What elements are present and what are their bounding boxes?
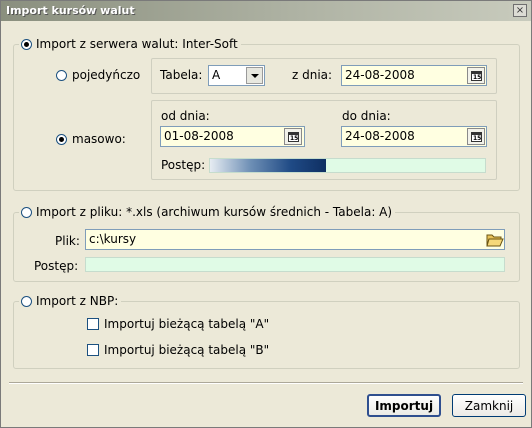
import-table-a-checkbox[interactable]: Importuj bieżącą tabelą "A"	[87, 317, 269, 331]
table-select[interactable]: A	[208, 65, 265, 86]
folder-open-icon[interactable]	[485, 231, 505, 248]
file-path-field[interactable]: c:\kursy	[85, 229, 505, 250]
window-title: Import kursów walut	[6, 4, 135, 17]
nbp-import-radio-indicator[interactable]	[21, 295, 32, 307]
from-date-value: 01-08-2008	[164, 129, 234, 143]
chevron-down-icon[interactable]	[246, 67, 263, 84]
file-path-value: c:\kursy	[89, 232, 137, 246]
bulk-mode-radio-indicator[interactable]	[56, 133, 67, 145]
date-field-value: 24-08-2008	[345, 68, 415, 82]
single-mode-radio[interactable]: pojedyńczo	[56, 68, 140, 82]
close-window-button[interactable]: ×	[513, 4, 527, 17]
calendar-icon-text: 15	[290, 135, 299, 142]
file-label: Plik:	[55, 234, 80, 248]
single-mode-radio-indicator[interactable]	[56, 69, 67, 81]
from-date-label: od dnia:	[161, 109, 210, 123]
import-button-label: Importuj	[374, 398, 434, 413]
import-table-a-checkbox-box[interactable]	[87, 318, 99, 330]
calendar-icon-text: 15	[473, 135, 482, 142]
date-label: z dnia:	[292, 68, 333, 82]
footer-separator	[9, 382, 523, 384]
bulk-mode-radio[interactable]: masowo:	[56, 132, 126, 146]
date-field[interactable]: 24-08-2008	[341, 65, 487, 86]
file-import-label: Import z pliku: *.xls (archiwum kursów ś…	[36, 205, 393, 219]
server-import-radio-indicator[interactable]	[21, 38, 32, 50]
calendar-icon-text: 15	[473, 74, 482, 81]
to-date-field[interactable]: 24-08-2008	[341, 126, 487, 147]
bulk-mode-label: masowo:	[72, 132, 126, 146]
nbp-import-radio[interactable]: Import z NBP:	[19, 294, 122, 308]
nbp-import-label: Import z NBP:	[36, 294, 119, 308]
close-button-label: Zamknij	[464, 398, 514, 413]
file-progress-bar	[85, 257, 505, 272]
import-table-b-checkbox[interactable]: Importuj bieżącą tabelą "B"	[87, 343, 269, 357]
import-table-a-label: Importuj bieżącą tabelą "A"	[104, 317, 270, 331]
import-table-b-checkbox-box[interactable]	[87, 344, 99, 356]
title-bar: Import kursów walut ×	[1, 1, 531, 21]
table-select-value: A	[212, 68, 221, 82]
bulk-progress-bar	[209, 158, 486, 173]
import-button[interactable]: Importuj	[367, 394, 441, 417]
file-progress-label: Postęp:	[34, 259, 79, 273]
calendar-icon[interactable]: 15	[467, 128, 485, 145]
import-dialog: Import kursów walut × Import z serwera w…	[0, 0, 532, 428]
single-mode-label: pojedyńczo	[72, 68, 141, 82]
calendar-icon[interactable]: 15	[284, 128, 302, 145]
import-table-b-label: Importuj bieżącą tabelą "B"	[104, 343, 270, 357]
file-import-radio[interactable]: Import z pliku: *.xls (archiwum kursów ś…	[19, 205, 396, 219]
close-button[interactable]: Zamknij	[452, 394, 526, 417]
server-import-radio[interactable]: Import z serwera walut: Inter-Soft	[19, 37, 241, 51]
server-import-label: Import z serwera walut: Inter-Soft	[36, 37, 238, 51]
bulk-progress-fill	[210, 159, 326, 172]
bulk-progress-label: Postęp:	[161, 158, 206, 172]
table-label: Tabela:	[160, 68, 203, 82]
close-icon: ×	[515, 5, 525, 16]
to-date-label: do dnia:	[342, 109, 391, 123]
calendar-icon[interactable]: 15	[467, 67, 485, 84]
to-date-value: 24-08-2008	[345, 129, 415, 143]
nbp-import-group	[13, 301, 520, 369]
file-import-radio-indicator[interactable]	[21, 206, 32, 218]
